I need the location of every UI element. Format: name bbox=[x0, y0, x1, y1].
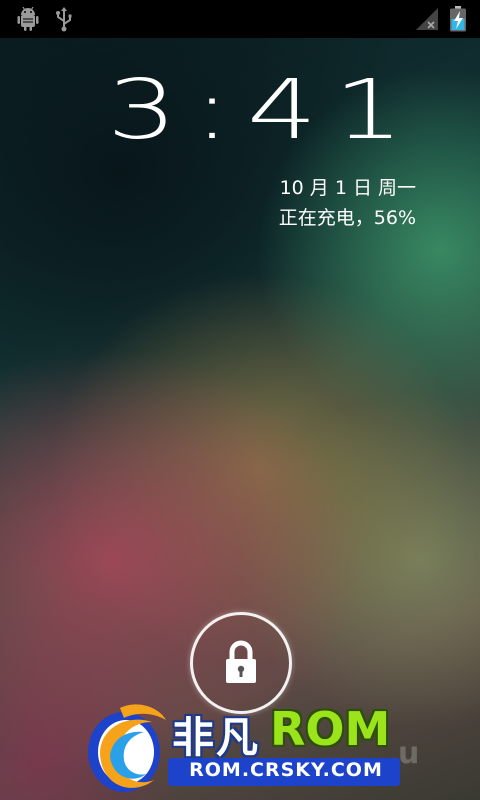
lockscreen-clock: 3:41 bbox=[106, 63, 420, 158]
watermark-url: ROM.CRSKY.COM bbox=[189, 759, 383, 781]
lock-icon bbox=[223, 639, 259, 685]
crsky-logo-icon bbox=[80, 696, 172, 800]
watermark-title-cn: 非凡 bbox=[172, 713, 261, 762]
no-signal-icon bbox=[412, 5, 440, 33]
android-debug-icon bbox=[14, 5, 42, 33]
status-bar bbox=[0, 0, 480, 38]
watermark-faint-text: u bbox=[398, 736, 420, 771]
watermark-title-rom: ROM bbox=[270, 702, 391, 756]
battery-charging-icon bbox=[444, 5, 472, 33]
charging-status: 正在充电，56% bbox=[278, 207, 416, 229]
usb-icon bbox=[50, 5, 78, 33]
watermark: 非凡 ROM ROM.CRSKY.COM u bbox=[80, 696, 440, 800]
lockscreen-date: 10 月 1 日 周一 bbox=[279, 177, 416, 199]
